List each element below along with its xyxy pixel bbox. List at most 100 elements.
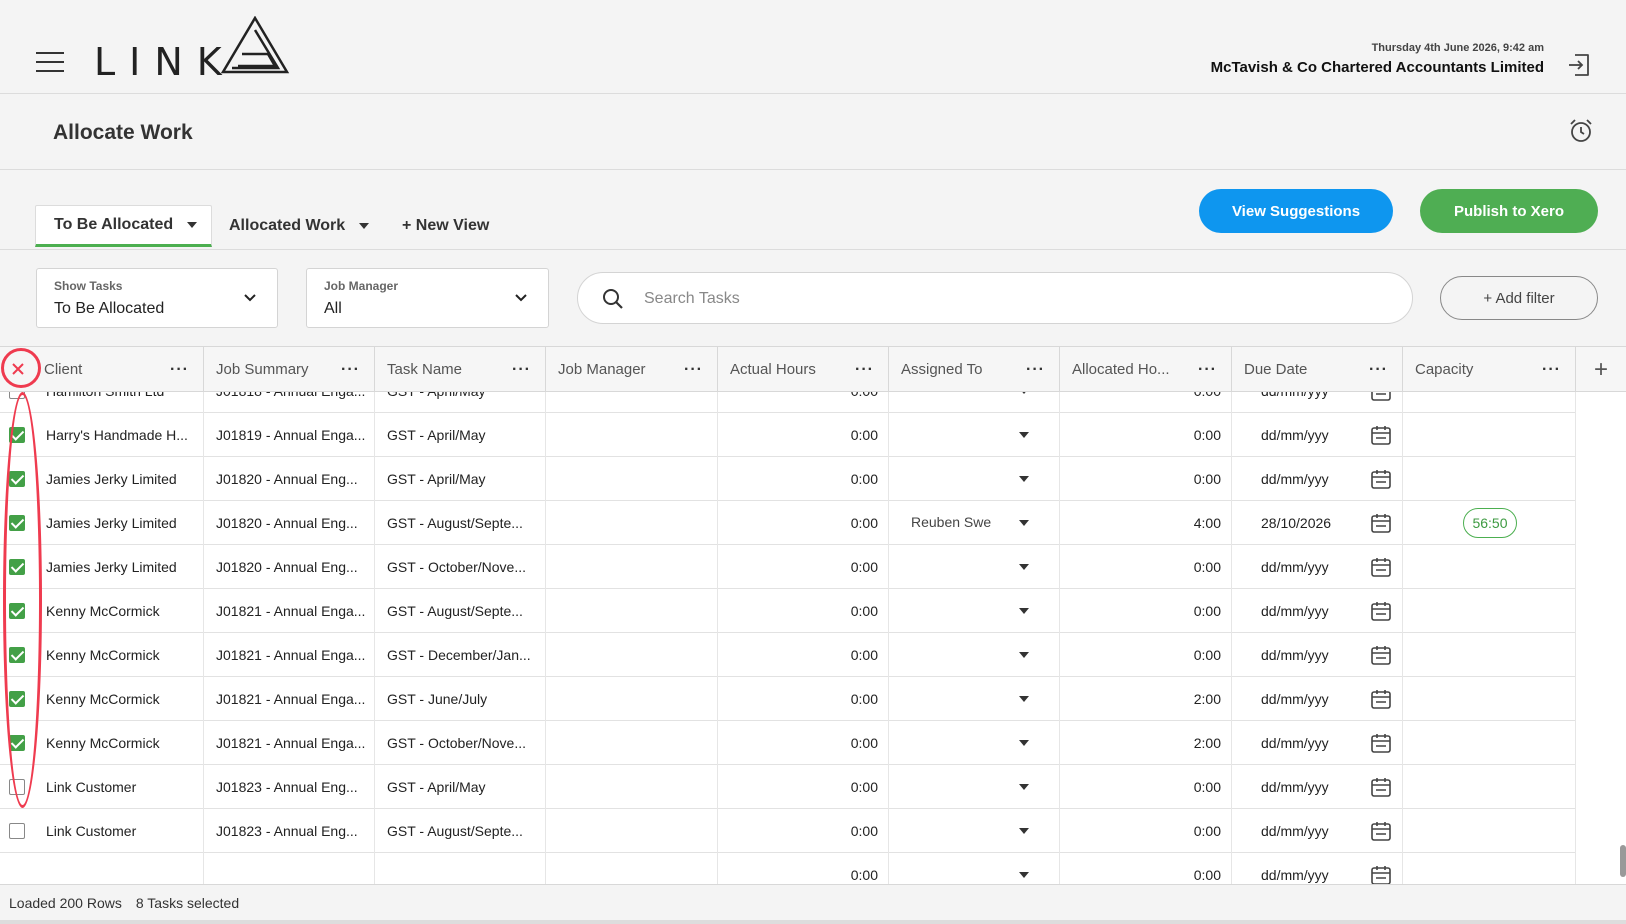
caret-down-icon[interactable]: [1019, 432, 1029, 438]
row-checkbox[interactable]: [9, 427, 25, 443]
column-menu-icon[interactable]: ···: [855, 361, 874, 379]
table-row[interactable]: Jamies Jerky Limited J01820 - Annual Eng.…: [0, 545, 1576, 589]
calendar-icon[interactable]: [1370, 600, 1392, 622]
table-row[interactable]: Link Customer J01823 - Annual Eng... GST -…: [0, 765, 1576, 809]
alarm-clock-icon[interactable]: [1568, 118, 1594, 144]
cell-allocated[interactable]: 2:00: [1060, 677, 1232, 721]
search-input[interactable]: [644, 285, 1384, 313]
calendar-icon[interactable]: [1370, 468, 1392, 490]
column-header-allocated-hours[interactable]: Allocated Ho... ···: [1060, 347, 1232, 392]
row-checkbox[interactable]: [9, 603, 25, 619]
cell-due[interactable]: dd/mm/yyy: [1232, 633, 1403, 677]
cell-assigned[interactable]: [889, 677, 1060, 721]
calendar-icon[interactable]: [1370, 512, 1392, 534]
row-checkbox[interactable]: [9, 647, 25, 663]
calendar-icon[interactable]: [1370, 732, 1392, 754]
caret-down-icon[interactable]: [1019, 740, 1029, 746]
cell-due[interactable]: dd/mm/yyy: [1232, 457, 1403, 501]
caret-down-icon[interactable]: [1019, 872, 1029, 878]
tab-to-be-allocated[interactable]: To Be Allocated: [35, 205, 212, 247]
caret-down-icon[interactable]: [1019, 784, 1029, 790]
cell-allocated[interactable]: 0:00: [1060, 457, 1232, 501]
cell-allocated[interactable]: 2:00: [1060, 721, 1232, 765]
column-menu-icon[interactable]: ···: [684, 361, 703, 379]
row-checkbox[interactable]: [9, 515, 25, 531]
column-header-assigned-to[interactable]: Assigned To ···: [889, 347, 1060, 392]
caret-down-icon[interactable]: [1019, 476, 1029, 482]
cell-allocated[interactable]: 0:00: [1060, 633, 1232, 677]
cell-assigned[interactable]: [889, 809, 1060, 853]
hamburger-icon[interactable]: [36, 52, 64, 72]
row-checkbox[interactable]: [9, 471, 25, 487]
cell-allocated[interactable]: 0:00: [1060, 589, 1232, 633]
calendar-icon[interactable]: [1370, 392, 1392, 402]
column-header-capacity[interactable]: Capacity ···: [1403, 347, 1576, 392]
cell-due[interactable]: dd/mm/yyy: [1232, 765, 1403, 809]
cell-due[interactable]: 28/10/2026: [1232, 501, 1403, 545]
cell-assigned[interactable]: [889, 589, 1060, 633]
cell-due[interactable]: dd/mm/yyy: [1232, 809, 1403, 853]
table-row[interactable]: Jamies Jerky Limited J01820 - Annual Eng.…: [0, 501, 1576, 545]
column-menu-icon[interactable]: ···: [512, 361, 531, 379]
cell-assigned[interactable]: [889, 721, 1060, 765]
caret-down-icon[interactable]: [1019, 696, 1029, 702]
cell-assigned[interactable]: [889, 633, 1060, 677]
cell-assigned[interactable]: [889, 545, 1060, 589]
cell-allocated[interactable]: 4:00: [1060, 501, 1232, 545]
cell-allocated[interactable]: 0:00: [1060, 392, 1232, 413]
cell-assigned[interactable]: Reuben Swe: [889, 501, 1060, 545]
table-row[interactable]: Kenny McCormick J01821 - Annual Enga... GS…: [0, 677, 1576, 721]
cell-due[interactable]: dd/mm/yyy: [1232, 853, 1403, 884]
cell-allocated[interactable]: 0:00: [1060, 809, 1232, 853]
caret-down-icon[interactable]: [1019, 828, 1029, 834]
table-row[interactable]: Kenny McCormick J01821 - Annual Enga... GS…: [0, 589, 1576, 633]
table-row[interactable]: Link Customer J01823 - Annual Eng... GST -…: [0, 809, 1576, 853]
column-header-client[interactable]: Client ···: [34, 347, 204, 392]
column-header-job-manager[interactable]: Job Manager ···: [546, 347, 718, 392]
cell-assigned[interactable]: [889, 765, 1060, 809]
calendar-icon[interactable]: [1370, 644, 1392, 666]
cell-due[interactable]: dd/mm/yyy: [1232, 545, 1403, 589]
publish-to-xero-button[interactable]: Publish to Xero: [1420, 189, 1598, 233]
column-menu-icon[interactable]: ···: [1026, 361, 1045, 379]
cell-due[interactable]: dd/mm/yyy: [1232, 392, 1403, 413]
job-manager-select[interactable]: Job Manager All: [306, 268, 549, 328]
column-header-actual-hours[interactable]: Actual Hours ···: [718, 347, 889, 392]
table-row[interactable]: Jamies Jerky Limited J01820 - Annual Eng.…: [0, 457, 1576, 501]
cell-assigned[interactable]: [889, 392, 1060, 413]
calendar-icon[interactable]: [1370, 776, 1392, 798]
table-row[interactable]: Hamilton Smith Ltd J01818 - Annual Enga..…: [0, 392, 1576, 413]
column-menu-icon[interactable]: ···: [341, 361, 360, 379]
column-menu-icon[interactable]: ···: [1369, 361, 1388, 379]
column-header-task-name[interactable]: Task Name ···: [375, 347, 546, 392]
new-view-button[interactable]: + New View: [402, 205, 489, 247]
view-suggestions-button[interactable]: View Suggestions: [1199, 189, 1393, 233]
calendar-icon[interactable]: [1370, 864, 1392, 884]
caret-down-icon[interactable]: [1019, 392, 1029, 394]
link-logo[interactable]: LINK: [94, 16, 304, 84]
calendar-icon[interactable]: [1370, 820, 1392, 842]
cell-allocated[interactable]: 0:00: [1060, 853, 1232, 884]
table-row[interactable]: Harry's Handmade H... J01819 - Annual Eng…: [0, 413, 1576, 457]
cell-due[interactable]: dd/mm/yyy: [1232, 589, 1403, 633]
add-filter-button[interactable]: + Add filter: [1440, 276, 1598, 320]
table-row[interactable]: Kenny McCormick J01821 - Annual Enga... GS…: [0, 633, 1576, 677]
column-menu-icon[interactable]: ···: [1198, 361, 1217, 379]
show-tasks-select[interactable]: Show Tasks To Be Allocated: [36, 268, 278, 328]
column-menu-icon[interactable]: ···: [170, 361, 189, 379]
vertical-scrollbar[interactable]: [1620, 845, 1626, 877]
cell-assigned[interactable]: [889, 413, 1060, 457]
cell-allocated[interactable]: 0:00: [1060, 765, 1232, 809]
calendar-icon[interactable]: [1370, 688, 1392, 710]
caret-down-icon[interactable]: [1019, 564, 1029, 570]
row-checkbox[interactable]: [9, 691, 25, 707]
cell-allocated[interactable]: 0:00: [1060, 413, 1232, 457]
cell-assigned[interactable]: [889, 853, 1060, 884]
caret-down-icon[interactable]: [1019, 608, 1029, 614]
row-checkbox[interactable]: [9, 823, 25, 839]
cell-due[interactable]: dd/mm/yyy: [1232, 721, 1403, 765]
column-header-due-date[interactable]: Due Date ···: [1232, 347, 1403, 392]
table-row[interactable]: 0:00 0:00 dd/mm/yyy: [0, 853, 1576, 884]
table-row[interactable]: Kenny McCormick J01821 - Annual Enga... GS…: [0, 721, 1576, 765]
add-column-button[interactable]: +: [1576, 347, 1626, 392]
